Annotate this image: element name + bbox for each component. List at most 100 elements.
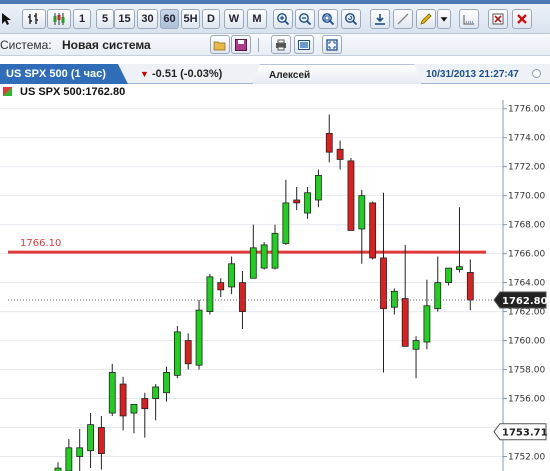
connection-status-icon	[532, 69, 541, 78]
resistance-line[interactable]: 1766.10	[8, 238, 486, 254]
candle	[369, 201, 377, 260]
save-icon[interactable]	[231, 35, 251, 54]
candle	[380, 192, 387, 373]
candle-body-bearish	[217, 282, 225, 291]
price-tick-label: 1766.00	[508, 250, 545, 260]
period-button-w[interactable]: W	[224, 9, 244, 29]
price-tick-label: 1776.00	[508, 105, 545, 115]
close-chart-icon[interactable]	[512, 9, 532, 29]
screenshot-icon[interactable]	[294, 35, 314, 54]
candle-body-bullish	[304, 192, 311, 214]
candle	[184, 333, 192, 370]
candle-body-bullish	[152, 386, 160, 399]
candle	[152, 384, 160, 421]
low-price-marker-text: 1753.71	[502, 428, 548, 439]
candle	[141, 392, 149, 438]
draw-line-icon[interactable]	[393, 9, 413, 29]
candle-color-swatch-icon	[3, 87, 12, 96]
candle-body-bullish	[130, 403, 138, 414]
candle	[260, 242, 268, 270]
candle-body-bullish	[358, 195, 366, 230]
candle-body-bullish	[228, 263, 236, 288]
bar-chart-type-icon[interactable]	[22, 9, 46, 29]
user-tab[interactable]: Алексей	[252, 64, 422, 84]
system-name[interactable]: Новая система	[62, 38, 151, 52]
candle-body-bearish	[401, 298, 409, 347]
candle	[217, 278, 225, 298]
candle-body-bearish	[98, 427, 105, 455]
candle-body-bullish	[282, 202, 290, 244]
period-button-5[interactable]: 5	[96, 9, 114, 29]
download-icon[interactable]	[370, 9, 390, 29]
candle-body-bearish	[325, 132, 333, 153]
candle	[293, 186, 301, 211]
candle-body-bullish	[314, 174, 322, 201]
toolbar-top-strip	[0, 0, 550, 4]
candle-body-bearish	[466, 272, 474, 301]
system-bar: Системa: Новая система	[0, 34, 550, 56]
price-tick-label: 1768.00	[508, 221, 545, 231]
candle	[412, 336, 420, 379]
period-button-15[interactable]: 15	[114, 9, 135, 29]
candle-body-bullish	[173, 331, 181, 376]
candle-body-bullish	[271, 232, 279, 269]
candle	[325, 114, 333, 163]
period-button-d[interactable]: D	[202, 9, 220, 29]
candle-body-bullish	[390, 290, 398, 308]
candle-body-bullish	[434, 282, 442, 310]
candle-body-bearish	[336, 148, 344, 160]
candle	[314, 169, 322, 208]
candlestick-chart-type-icon[interactable]	[47, 9, 71, 29]
price-chart[interactable]: 1776.00 1774.00 1772.00 1770.00 1768.00 1766.…	[0, 100, 550, 471]
window-settings-icon[interactable]	[488, 9, 508, 29]
current-price-marker-text: 1762.80	[502, 296, 548, 307]
period-button-30[interactable]: 30	[137, 9, 158, 29]
price-tick-label: 1762.00	[508, 308, 545, 318]
toolbar-divider	[258, 38, 259, 52]
zoom-out-icon[interactable]	[295, 9, 315, 29]
drawing-tools-dropdown-icon[interactable]	[437, 9, 451, 29]
chart-tab-bar: US SPX 500 (1 час) ▼ -0.51 (-0.03%) Алек…	[0, 64, 550, 84]
print-icon[interactable]	[271, 35, 291, 54]
candle	[98, 415, 105, 470]
period-button-60[interactable]: 60	[160, 9, 179, 29]
candle-body-bearish	[239, 282, 246, 312]
zoom-reset-icon[interactable]	[341, 9, 361, 29]
symbol-price-label: US SPX 500:1762.80	[20, 86, 126, 98]
candle	[206, 273, 214, 315]
price-tick-label: 1752.00	[508, 453, 545, 463]
open-folder-icon[interactable]	[210, 35, 230, 54]
period-button-1[interactable]: 1	[73, 9, 91, 29]
candle-body-bullish	[195, 309, 203, 366]
price-tick-label: 1772.00	[508, 163, 545, 173]
candles	[54, 114, 474, 471]
zoom-in-icon[interactable]	[273, 9, 293, 29]
candle	[76, 428, 84, 471]
tab-us-spx-500[interactable]: US SPX 500 (1 час)	[0, 64, 128, 84]
price-tick-label: 1760.00	[508, 337, 545, 347]
candle	[282, 179, 290, 245]
period-button-m[interactable]: M	[247, 9, 267, 29]
candle-body-bullish	[445, 267, 453, 284]
candle-body-bullish	[65, 447, 73, 471]
candle	[228, 256, 236, 295]
candle-body-bullish	[412, 340, 420, 350]
candle-body-bearish	[293, 199, 301, 204]
pencil-icon[interactable]	[416, 9, 436, 29]
candle-body-bullish	[456, 266, 463, 270]
period-button-5h[interactable]: 5H	[181, 9, 200, 29]
candle	[401, 244, 409, 347]
indicators-list-icon[interactable]	[459, 9, 479, 29]
candle-body-bullish	[249, 247, 257, 279]
resistance-line-label: 1766.10	[20, 238, 61, 249]
fullscreen-icon[interactable]	[322, 35, 342, 54]
cursor-tool-icon[interactable]	[0, 9, 16, 29]
candle	[195, 299, 203, 370]
zoom-range-icon[interactable]	[318, 9, 338, 29]
candle	[347, 157, 355, 231]
candle	[456, 207, 463, 273]
candle	[445, 267, 453, 286]
candle-body-bearish	[369, 202, 377, 259]
candle-body-bullish	[423, 305, 431, 343]
candle-body-bearish	[184, 340, 192, 365]
